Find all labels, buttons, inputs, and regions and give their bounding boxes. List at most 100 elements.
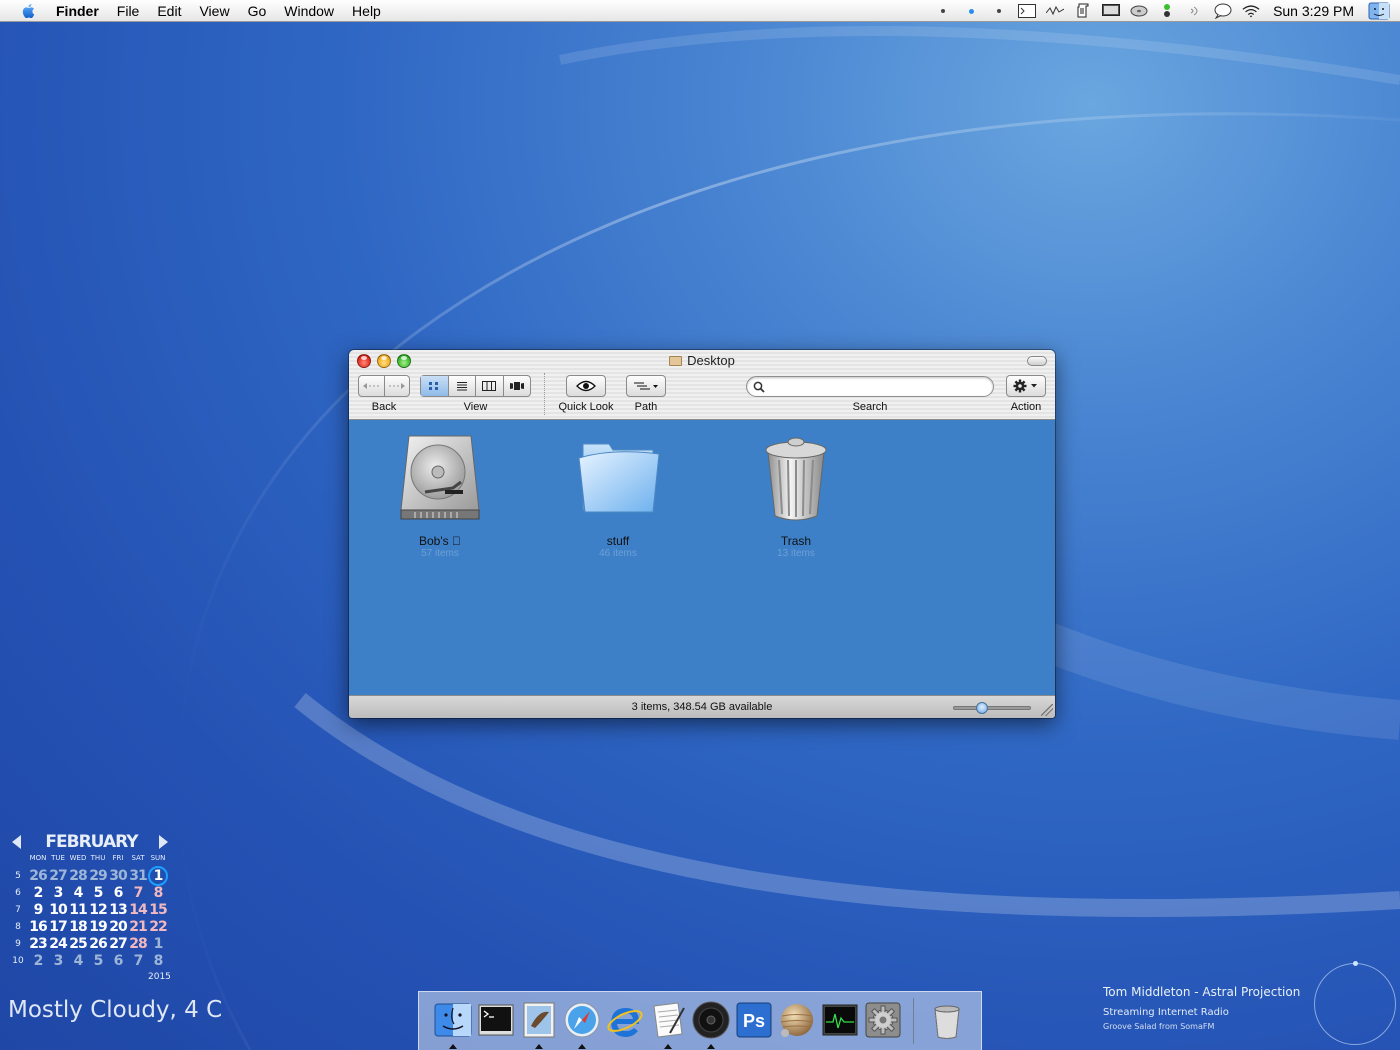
path-button[interactable]: [626, 375, 666, 397]
calendar-day[interactable]: 27: [48, 868, 68, 884]
menu-view[interactable]: View: [190, 0, 238, 22]
quick-look-button[interactable]: [566, 375, 606, 397]
calendar-day[interactable]: 5: [88, 885, 108, 901]
script-menu-icon[interactable]: [1074, 3, 1092, 19]
calendar-day[interactable]: 4: [68, 953, 88, 969]
calendar-day[interactable]: 1: [148, 865, 168, 886]
internet-explorer-icon[interactable]: [605, 1000, 645, 1040]
calendar-day[interactable]: 11: [68, 902, 88, 918]
wifi-icon[interactable]: [1242, 3, 1260, 19]
calendar-day[interactable]: 28: [68, 868, 88, 884]
status-light-icon[interactable]: [1158, 3, 1176, 19]
calendar-day[interactable]: 14: [128, 902, 148, 918]
calendar-day[interactable]: 16: [28, 919, 48, 935]
desktop-item-hard-drive[interactable]: Bob's  57 items: [370, 430, 510, 560]
spaces-dot-icon[interactable]: [934, 3, 952, 19]
back-button[interactable]: [359, 376, 384, 396]
calendar-day[interactable]: 5: [88, 953, 108, 969]
menu-clock[interactable]: Sun 3:29 PM: [1273, 3, 1354, 19]
calendar-next-arrow-icon[interactable]: [159, 835, 168, 849]
list-view-button[interactable]: [447, 376, 476, 396]
resize-grip[interactable]: [1041, 704, 1053, 716]
textedit-icon[interactable]: [648, 1000, 688, 1040]
terminal-icon[interactable]: [476, 1000, 516, 1040]
menu-window[interactable]: Window: [275, 0, 343, 22]
calendar-day[interactable]: 29: [88, 868, 108, 884]
activity-graph-icon[interactable]: [1046, 3, 1065, 19]
calendar-day[interactable]: 13: [108, 902, 128, 918]
calendar-day[interactable]: 30: [108, 868, 128, 884]
calendar-day[interactable]: 7: [128, 953, 148, 969]
photoshop-icon[interactable]: Ps: [734, 1000, 774, 1040]
calendar-day[interactable]: 3: [48, 885, 68, 901]
calendar-day[interactable]: 10: [48, 902, 68, 918]
icon-view-button[interactable]: [421, 376, 448, 396]
system-preferences-icon[interactable]: [863, 1000, 903, 1040]
calendar-day[interactable]: 8: [148, 885, 168, 901]
calendar-day[interactable]: 8: [148, 953, 168, 969]
calendar-day[interactable]: 3: [48, 953, 68, 969]
calendar-day[interactable]: 28: [128, 936, 148, 952]
menu-edit[interactable]: Edit: [148, 0, 190, 22]
window-titlebar[interactable]: Desktop Back View Quick Look Path Search…: [349, 350, 1055, 420]
finder-icon[interactable]: [433, 1000, 473, 1040]
icon-size-slider-knob[interactable]: [976, 702, 988, 714]
calendar-day[interactable]: 2: [28, 953, 48, 969]
planet-icon[interactable]: [777, 1000, 817, 1040]
spaces-dot-icon[interactable]: [990, 3, 1008, 19]
mail-icon[interactable]: [519, 1000, 559, 1040]
week-number: 8: [15, 921, 21, 932]
calendar-day[interactable]: 23: [28, 936, 48, 952]
calendar-day[interactable]: 22: [148, 919, 168, 935]
dock-trash-icon[interactable]: [927, 1000, 967, 1040]
forward-button[interactable]: [383, 376, 410, 396]
finder-face-menu-icon[interactable]: [1368, 2, 1390, 20]
apple-menu-icon[interactable]: [18, 2, 40, 20]
display-menu-icon[interactable]: [1102, 3, 1121, 19]
calendar-day[interactable]: 9: [28, 902, 48, 918]
calendar-day[interactable]: 21: [128, 919, 148, 935]
desktop-item-folder-stuff[interactable]: stuff 46 items: [548, 430, 688, 560]
calendar-day[interactable]: 27: [108, 936, 128, 952]
calendar-day[interactable]: 15: [148, 902, 168, 918]
calendar-day[interactable]: 2: [28, 885, 48, 901]
calendar-day[interactable]: 1: [148, 936, 168, 952]
menu-app-finder[interactable]: Finder: [52, 0, 108, 22]
column-view-button[interactable]: [475, 376, 503, 396]
volume-icon[interactable]: [1186, 3, 1204, 19]
icon-view-area[interactable]: Bob's  57 items stuff 46 items: [349, 420, 1055, 695]
calendar-day[interactable]: 24: [48, 936, 68, 952]
activity-monitor-icon[interactable]: [820, 1000, 860, 1040]
toolbar-toggle-button[interactable]: [1027, 356, 1047, 366]
calendar-day[interactable]: 20: [108, 919, 128, 935]
calendar-day[interactable]: 26: [28, 868, 48, 884]
calendar-day[interactable]: 19: [88, 919, 108, 935]
desktop-item-trash[interactable]: Trash 13 items: [726, 430, 866, 560]
calendar-day[interactable]: 6: [108, 953, 128, 969]
calendar-day[interactable]: 18: [68, 919, 88, 935]
menu-help[interactable]: Help: [343, 0, 390, 22]
speaker-icon[interactable]: [691, 1000, 731, 1040]
menu-go[interactable]: Go: [239, 0, 276, 22]
calendar-prev-arrow-icon[interactable]: [12, 835, 21, 849]
calendar-day[interactable]: 31: [128, 868, 148, 884]
calendar-day[interactable]: 25: [68, 936, 88, 952]
menu-file[interactable]: File: [108, 0, 149, 22]
spaces-active-dot-icon[interactable]: [962, 3, 980, 19]
coverflow-view-button[interactable]: [502, 376, 531, 396]
calendar-day[interactable]: 26: [88, 936, 108, 952]
search-input[interactable]: [769, 379, 983, 394]
chat-bubble-icon[interactable]: [1214, 3, 1232, 19]
calendar-week-row: 10 2 3 4 5 6 7 8: [8, 952, 168, 969]
action-button[interactable]: [1006, 375, 1046, 397]
calendar-day[interactable]: 6: [108, 885, 128, 901]
terminal-menu-icon[interactable]: [1018, 3, 1037, 19]
finder-window[interactable]: Desktop Back View Quick Look Path Search…: [349, 350, 1055, 718]
disk-menu-icon[interactable]: [1130, 3, 1148, 19]
safari-icon[interactable]: [562, 1000, 602, 1040]
calendar-day[interactable]: 4: [68, 885, 88, 901]
calendar-day[interactable]: 17: [48, 919, 68, 935]
calendar-day[interactable]: 7: [128, 885, 148, 901]
icon-size-slider[interactable]: [953, 702, 1031, 714]
calendar-day[interactable]: 12: [88, 902, 108, 918]
